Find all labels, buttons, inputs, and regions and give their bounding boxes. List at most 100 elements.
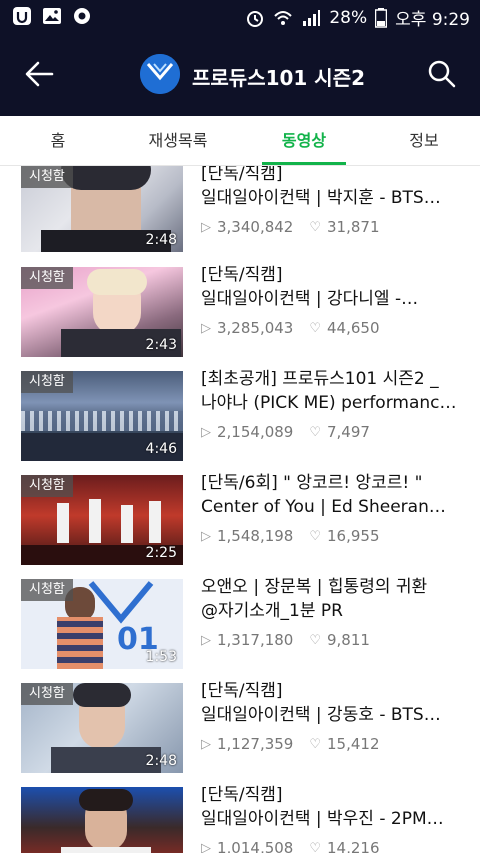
system-status: 28% 오후 9:29 (245, 5, 470, 30)
play-count-icon: ▷ (201, 320, 211, 336)
video-thumbnail[interactable]: 시청함 2:43 (21, 267, 183, 357)
video-duration: 2:48 (145, 232, 177, 248)
video-info: [최초공개] 프로듀스101 시즌2 _ 나야나 (PICK ME) perfo… (201, 367, 463, 441)
like-count: 7,497 (327, 423, 370, 441)
view-count: 1,014,508 (217, 839, 294, 853)
channel-logo[interactable] (140, 54, 180, 94)
watched-badge: 시청함 (21, 371, 73, 393)
like-count: 31,871 (327, 218, 380, 236)
video-title-line2: @자기소개_1분 PR (201, 601, 343, 621)
video-title-line1: [최초공개] 프로듀스101 시즌2 _ (201, 369, 439, 389)
video-thumbnail[interactable]: 시청함 2:48 (21, 166, 183, 252)
tab-playlists[interactable]: 재생목록 (116, 116, 240, 165)
video-stats: ▷ 1,548,198 ♡ 16,955 (201, 527, 463, 545)
battery-icon (375, 7, 388, 28)
view-count: 3,285,043 (217, 319, 294, 337)
video-thumbnail[interactable]: 시청함 4:46 (21, 371, 183, 461)
video-title-line1: [단독/6회] " 앙코르! 앙코르! " (201, 473, 423, 493)
watched-badge: 시청함 (21, 166, 73, 188)
status-bar: 28% 오후 9:29 (0, 0, 480, 32)
tab-videos[interactable]: 동영상 (240, 116, 368, 165)
view-count: 1,317,180 (217, 631, 294, 649)
search-icon[interactable] (426, 58, 458, 90)
heart-icon: ♡ (309, 736, 321, 752)
watched-badge: 시청함 (21, 475, 73, 497)
heart-icon: ♡ (309, 219, 321, 235)
video-stats: ▷ 1,317,180 ♡ 9,811 (201, 631, 463, 649)
video-title-line2: 일대일아이컨택 | 강다니엘 -… (201, 289, 419, 309)
video-info: [단독/직캠] 일대일아이컨택 | 박우진 - 2PM… ▷ 1,014,508… (201, 783, 463, 853)
signal-icon (303, 9, 321, 26)
video-duration: 2:25 (145, 545, 177, 561)
video-item[interactable]: 01 시청함 1:53 오앤오 | 장문복 | 힙통령의 귀환 @자기소개_1분… (0, 577, 480, 683)
view-count: 1,548,198 (217, 527, 294, 545)
video-title-line2: 나야나 (PICK ME) performanc… (201, 393, 457, 413)
video-stats: ▷ 3,340,842 ♡ 31,871 (201, 218, 463, 236)
video-title-line1: 오앤오 | 장문복 | 힙통령의 귀환 (201, 577, 428, 597)
video-info: [단독/6회] " 앙코르! 앙코르! " Center of You | Ed… (201, 471, 463, 545)
video-title-line1: [단독/직캠] (201, 785, 283, 805)
play-count-icon: ▷ (201, 424, 211, 440)
play-count-icon: ▷ (201, 632, 211, 648)
back-arrow-icon[interactable] (22, 56, 58, 92)
like-count: 15,412 (327, 735, 380, 753)
heart-icon: ♡ (309, 424, 321, 440)
play-count-icon: ▷ (201, 840, 211, 853)
heart-icon: ♡ (309, 320, 321, 336)
video-list[interactable]: 시청함 2:48 [단독/직캠] 일대일아이컨택 | 박지훈 - BTS… ▷ … (0, 166, 480, 853)
video-item[interactable]: 시청함 2:25 [단독/6회] " 앙코르! 앙코르! " Center of… (0, 473, 480, 579)
battery-percent: 28% (329, 7, 368, 28)
video-stats: ▷ 2,154,089 ♡ 7,497 (201, 423, 463, 441)
video-info: [단독/직캠] 일대일아이컨택 | 강다니엘 -… ▷ 3,285,043 ♡ … (201, 263, 463, 337)
view-count: 3,340,842 (217, 218, 294, 236)
gallery-notification-icon (43, 8, 61, 24)
video-duration: 4:46 (145, 441, 177, 457)
app-bar: 프로듀스101 시즌2 (0, 32, 480, 116)
heart-icon: ♡ (309, 632, 321, 648)
video-info: [단독/직캠] 일대일아이컨택 | 강동호 - BTS… ▷ 1,127,359… (201, 679, 463, 753)
view-count: 1,127,359 (217, 735, 294, 753)
video-stats: ▷ 1,014,508 ♡ 14,216 (201, 839, 463, 853)
like-count: 14,216 (327, 839, 380, 853)
watched-badge: 시청함 (21, 267, 73, 289)
video-title-line1: [단독/직캠] (201, 166, 283, 184)
video-thumbnail[interactable]: 01 시청함 1:53 (21, 579, 183, 669)
video-item[interactable]: 시청함 2:48 [단독/직캠] 일대일아이컨택 | 박지훈 - BTS… ▷ … (0, 166, 480, 270)
like-count: 16,955 (327, 527, 380, 545)
heart-icon: ♡ (309, 528, 321, 544)
video-duration: 2:48 (145, 753, 177, 769)
video-title-line2: 일대일아이컨택 | 박우진 - 2PM… (201, 809, 444, 829)
watched-badge: 시청함 (21, 579, 73, 601)
video-item[interactable]: [단독/직캠] 일대일아이컨택 | 박우진 - 2PM… ▷ 1,014,508… (0, 785, 480, 853)
settings-notification-icon (74, 8, 90, 24)
video-item[interactable]: 시청함 4:46 [최초공개] 프로듀스101 시즌2 _ 나야나 (PICK … (0, 369, 480, 475)
video-title-line2: 일대일아이컨택 | 박지훈 - BTS… (201, 188, 441, 208)
video-title-line2: 일대일아이컨택 | 강동호 - BTS… (201, 705, 441, 725)
view-count: 2,154,089 (217, 423, 294, 441)
video-thumbnail[interactable]: 시청함 2:25 (21, 475, 183, 565)
video-thumbnail[interactable]: 시청함 2:48 (21, 683, 183, 773)
tab-home[interactable]: 홈 (0, 116, 116, 165)
heart-icon: ♡ (309, 840, 321, 853)
video-info: [단독/직캠] 일대일아이컨택 | 박지훈 - BTS… ▷ 3,340,842… (201, 166, 463, 236)
tab-info[interactable]: 정보 (368, 116, 480, 165)
video-title-line2: Center of You | Ed Sheeran… (201, 497, 446, 517)
channel-title: 프로듀스101 시즌2 (192, 66, 366, 90)
video-thumbnail[interactable] (21, 787, 183, 853)
video-item[interactable]: 시청함 2:48 [단독/직캠] 일대일아이컨택 | 강동호 - BTS… ▷ … (0, 681, 480, 787)
video-duration: 1:53 (145, 649, 177, 665)
play-count-icon: ▷ (201, 736, 211, 752)
clock: 오후 9:29 (395, 10, 470, 30)
app-notification-icon (13, 7, 31, 25)
watched-badge: 시청함 (21, 683, 73, 705)
alarm-icon (247, 10, 264, 27)
play-count-icon: ▷ (201, 219, 211, 235)
video-item[interactable]: 시청함 2:43 [단독/직캠] 일대일아이컨택 | 강다니엘 -… ▷ 3,2… (0, 265, 480, 371)
video-stats: ▷ 1,127,359 ♡ 15,412 (201, 735, 463, 753)
notification-icons (12, 6, 92, 26)
video-duration: 2:43 (145, 337, 177, 353)
channel-tabs: 홈 재생목록 동영상 정보 (0, 116, 480, 166)
like-count: 9,811 (327, 631, 370, 649)
video-info: 오앤오 | 장문복 | 힙통령의 귀환 @자기소개_1분 PR ▷ 1,317,… (201, 575, 463, 649)
like-count: 44,650 (327, 319, 380, 337)
